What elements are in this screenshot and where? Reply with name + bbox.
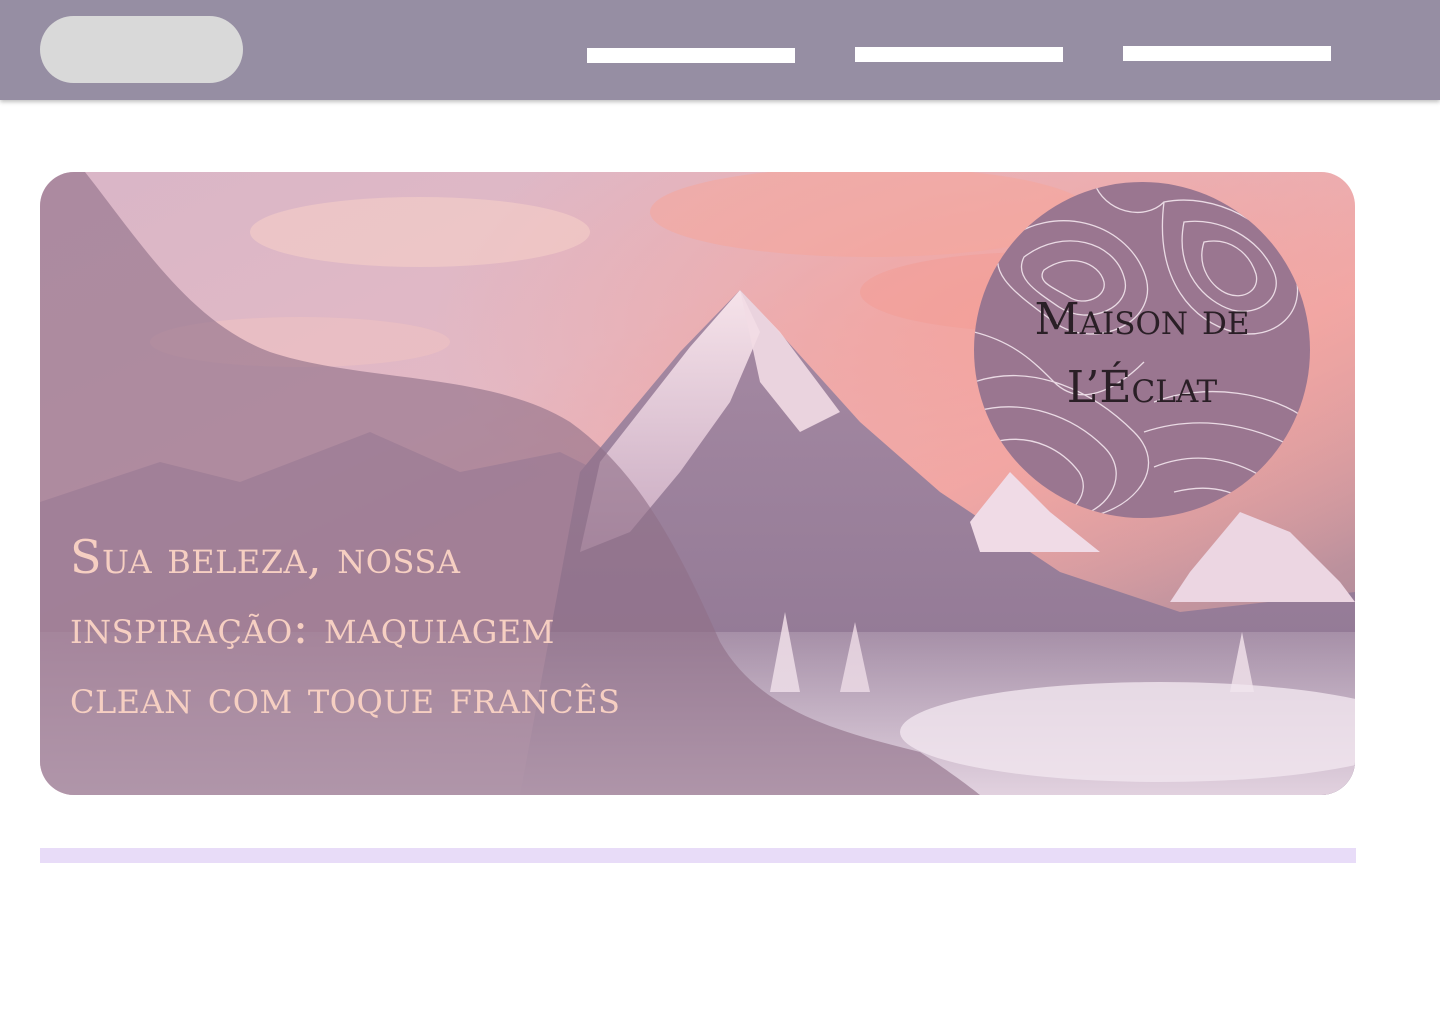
nav-link-placeholder-2[interactable] <box>855 47 1063 62</box>
logo-placeholder-button[interactable] <box>40 16 243 83</box>
brand-name: Maison de L’Éclat <box>1034 294 1250 413</box>
hero-headline: Sua beleza, nossa inspiração: maquiagem … <box>70 530 621 724</box>
nav-link-placeholder-1[interactable] <box>587 48 795 63</box>
top-navigation-bar <box>0 0 1440 100</box>
hero-banner: Sua beleza, nossa inspiração: maquiagem … <box>40 172 1355 795</box>
brand-badge: Maison de L’Éclat <box>974 182 1310 518</box>
nav-link-placeholder-3[interactable] <box>1123 46 1331 61</box>
section-divider <box>40 848 1356 863</box>
